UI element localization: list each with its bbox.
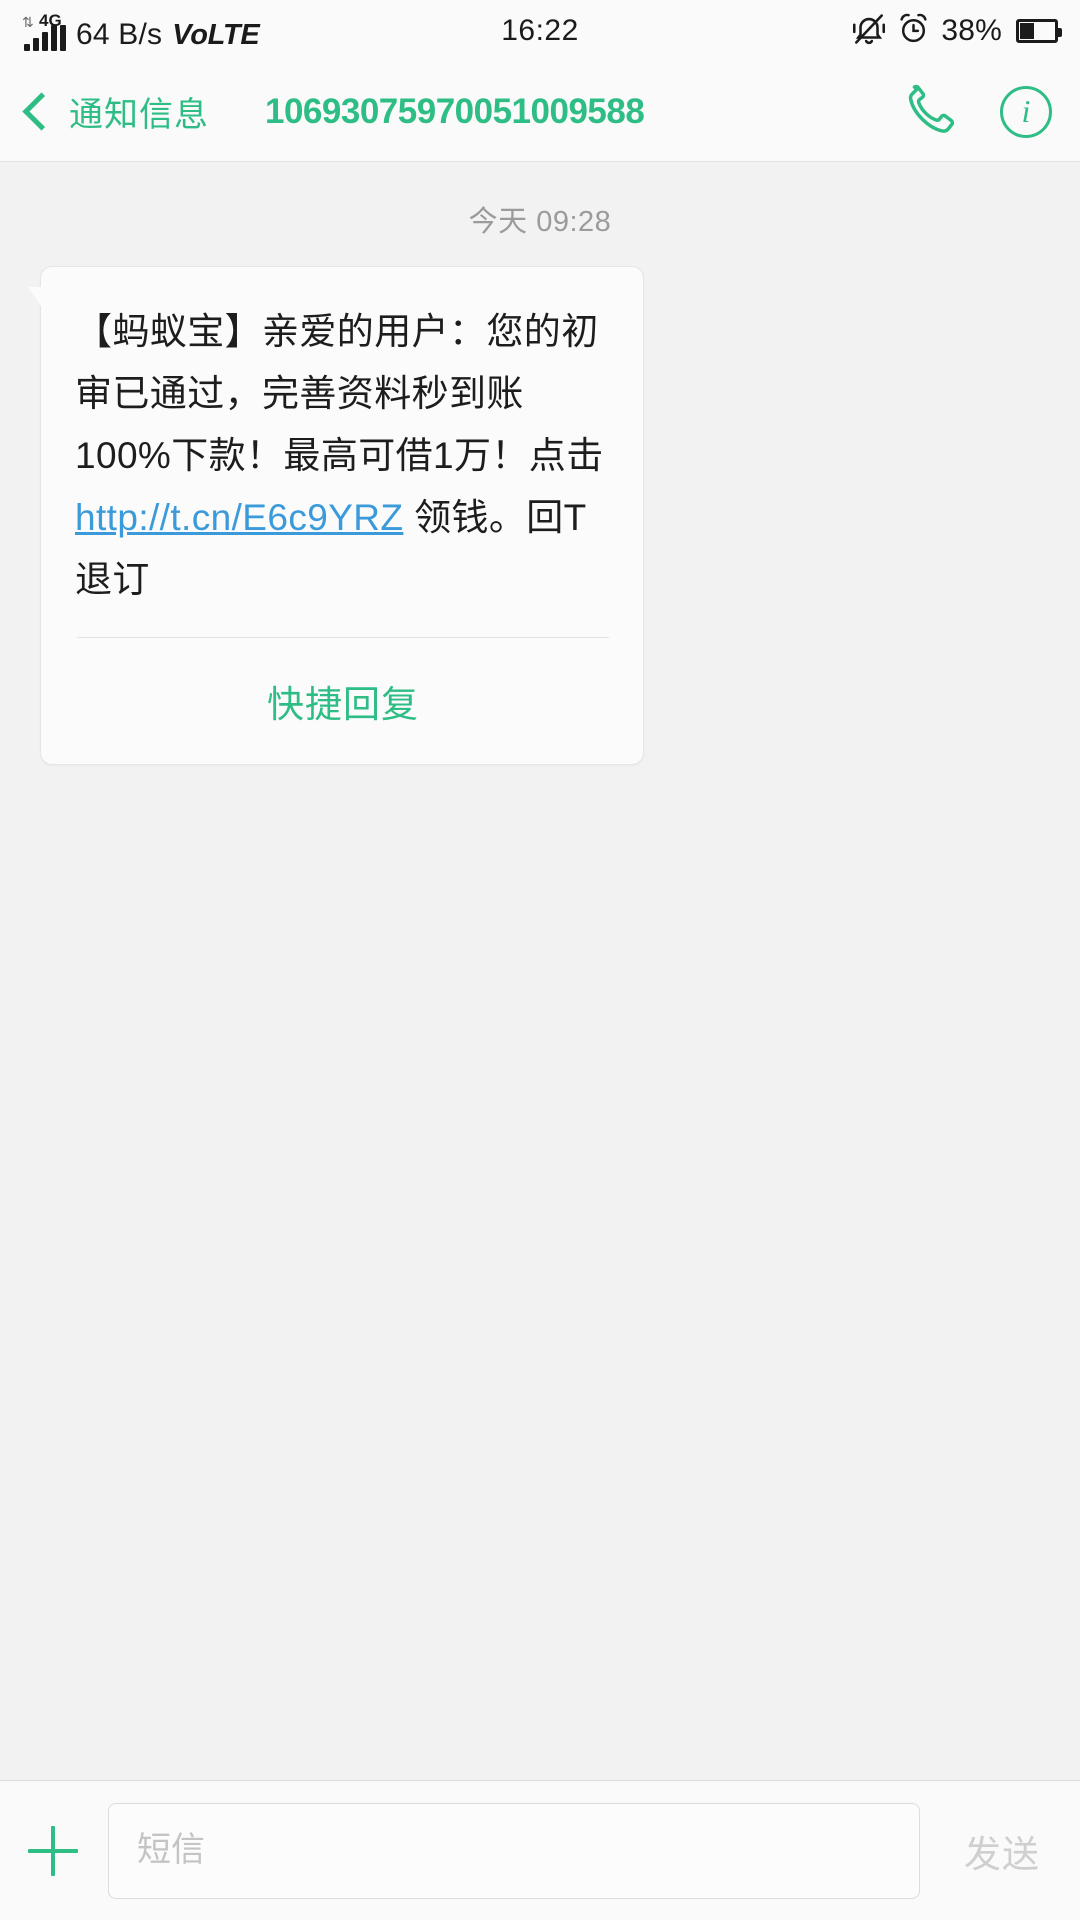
- conversation-header: 通知信息 10693075970051009588 i: [0, 62, 1080, 162]
- battery-percent-label: 38%: [941, 14, 1002, 47]
- info-button[interactable]: i: [1000, 85, 1052, 138]
- send-button[interactable]: 发送: [946, 1824, 1052, 1878]
- header-actions: i: [900, 81, 1052, 142]
- message-bubble[interactable]: 【蚂蚁宝】亲爱的用户：您的初审已通过，完善资料秒到账100%下款！最高可借1万！…: [26, 266, 644, 765]
- page-title: 10693075970051009588: [265, 91, 645, 131]
- quick-reply-button[interactable]: 快捷回复: [75, 638, 611, 764]
- message-input-bar: 发送: [0, 1780, 1080, 1920]
- phone-icon: [900, 81, 956, 142]
- back-button-label: 通知信息: [69, 96, 209, 134]
- message-list[interactable]: 今天 09:28 【蚂蚁宝】亲爱的用户：您的初审已通过，完善资料秒到账100%下…: [0, 162, 1080, 1780]
- info-icon: i: [1000, 85, 1052, 138]
- message-link[interactable]: http://t.cn/E6c9YRZ: [75, 497, 403, 538]
- status-bar-right: 38%: [852, 12, 1062, 51]
- chevron-left-icon: [22, 92, 61, 131]
- message-text-part1: 【蚂蚁宝】亲爱的用户：您的初审已通过，完善资料秒到账100%下款！最高可借1万！…: [75, 311, 604, 476]
- alarm-clock-icon: [897, 12, 930, 50]
- message-row-incoming: 【蚂蚁宝】亲爱的用户：您的初审已通过，完善资料秒到账100%下款！最高可借1万！…: [0, 266, 1080, 765]
- call-button[interactable]: [900, 81, 956, 142]
- plus-icon[interactable]: [24, 1822, 82, 1880]
- sms-input[interactable]: [108, 1802, 920, 1899]
- battery-icon: [1016, 19, 1062, 43]
- info-glyph: i: [1021, 93, 1031, 129]
- back-button[interactable]: 通知信息: [22, 87, 209, 136]
- bell-muted-icon: [852, 12, 886, 51]
- date-divider: 今天 09:28: [468, 206, 612, 238]
- sms-conversation-screen: ⇅ 4G 64 B/s VoLTE 16:22 38% 通知信息 1069307…: [0, 0, 1080, 1920]
- status-bar: ⇅ 4G 64 B/s VoLTE 16:22 38%: [0, 0, 1080, 62]
- message-text: 【蚂蚁宝】亲爱的用户：您的初审已通过，完善资料秒到账100%下款！最高可借1万！…: [75, 301, 611, 611]
